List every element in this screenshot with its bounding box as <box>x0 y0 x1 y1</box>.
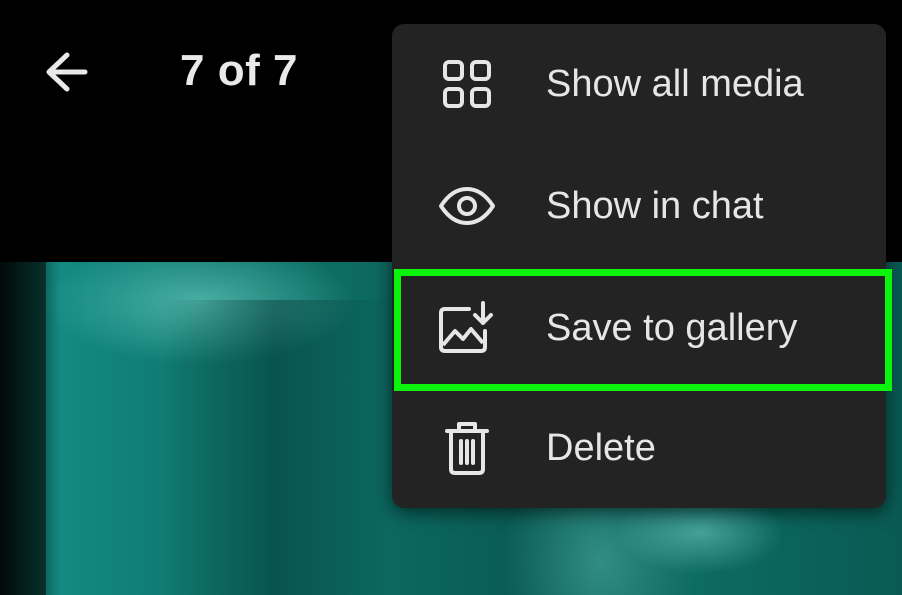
eye-icon <box>432 171 502 241</box>
media-image-edge <box>0 262 46 595</box>
menu-item-label: Delete <box>546 426 656 469</box>
media-image-shadow <box>160 300 390 595</box>
menu-item-label: Show in chat <box>546 184 764 227</box>
overflow-menu: Show all media Show in chat Save to gall… <box>392 24 886 508</box>
menu-item-delete[interactable]: Delete <box>392 388 886 508</box>
menu-item-label: Save to gallery <box>546 306 798 349</box>
menu-item-show-all-media[interactable]: Show all media <box>392 24 886 144</box>
arrow-left-icon <box>43 51 89 98</box>
back-button[interactable] <box>38 48 94 100</box>
media-viewer-screen: 7 of 7 Show all media Show in chat Save … <box>0 0 902 595</box>
grid-icon <box>432 49 502 119</box>
menu-item-label: Show all media <box>546 62 804 105</box>
media-counter: 7 of 7 <box>180 46 298 95</box>
image-download-icon <box>432 293 502 363</box>
menu-item-save-to-gallery[interactable]: Save to gallery <box>392 268 886 388</box>
trash-icon <box>432 413 502 483</box>
menu-item-show-in-chat[interactable]: Show in chat <box>392 146 886 266</box>
